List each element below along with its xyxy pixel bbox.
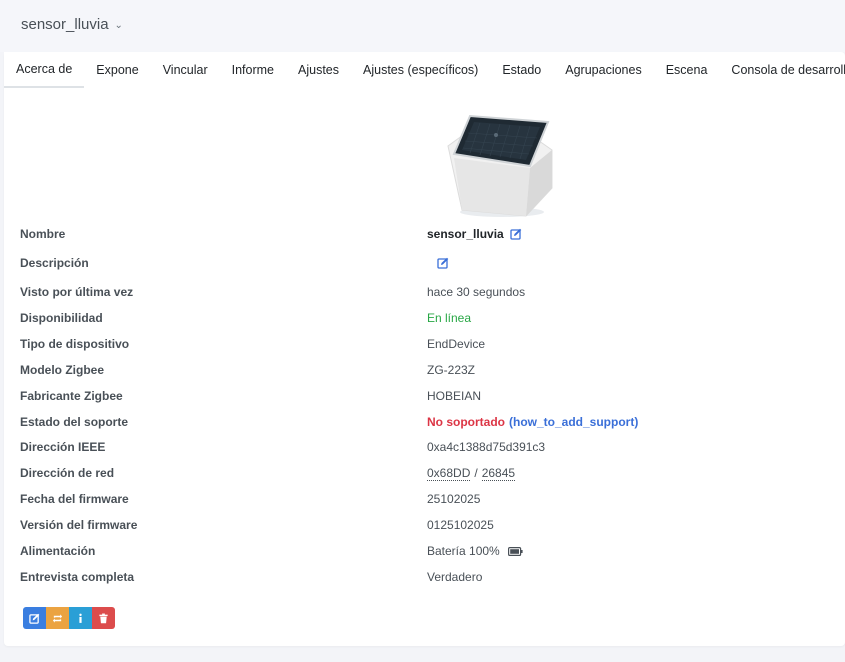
description-label: Descripción [20, 256, 89, 270]
page-header: sensor_lluvia ⌄ [0, 0, 845, 52]
interview-button[interactable] [69, 607, 92, 629]
firmware-version-label: Versión del firmware [20, 518, 138, 532]
ieee-value: 0xa4c1388d75d391c3 [427, 440, 546, 454]
support-link[interactable]: how_to_add_support [513, 415, 634, 429]
network-dec: 26845 [481, 465, 516, 481]
tab-groups[interactable]: Agrupaciones [553, 52, 653, 88]
info-icon [79, 613, 82, 623]
description-value-wrap [437, 257, 449, 269]
availability-value: En línea [427, 311, 472, 325]
tab-about[interactable]: Acerca de [4, 52, 85, 88]
device-selector[interactable]: sensor_lluvia ⌄ [21, 16, 123, 33]
remove-button[interactable] [92, 607, 115, 629]
info-row-zigbee-model: Modelo Zigbee ZG-223Z [4, 360, 845, 380]
edit-icon [29, 613, 40, 624]
device-title: sensor_lluvia [21, 16, 109, 33]
rename-button[interactable] [23, 607, 46, 629]
zigbee-manufacturer-value: HOBEIAN [427, 389, 482, 403]
tab-exposes[interactable]: Expone [84, 52, 150, 88]
tab-state[interactable]: Estado [490, 52, 553, 88]
network-separator: / [474, 466, 478, 480]
edit-icon[interactable] [437, 257, 449, 269]
info-row-power: Alimentación Batería 100% [4, 541, 845, 561]
network-label: Dirección de red [20, 466, 115, 480]
name-value-wrap: sensor_lluvia [427, 227, 522, 241]
tab-reporting[interactable]: Informe [220, 52, 286, 88]
reconfigure-button[interactable] [46, 607, 69, 629]
device-type-label: Tipo de dispositivo [20, 337, 130, 351]
info-row-firmware-date: Fecha del firmware 25102025 [4, 489, 845, 509]
tab-dev-console[interactable]: Consola de desarrollo [719, 52, 845, 88]
support-status-value: No soportado [427, 415, 505, 429]
device-actions [23, 607, 115, 629]
support-status-label: Estado del soporte [20, 415, 129, 429]
info-row-name: Nombre sensor_lluvia [4, 224, 845, 244]
info-row-device-type: Tipo de dispositivo EndDevice [4, 334, 845, 354]
trash-icon [99, 613, 108, 623]
device-card: Acerca de Expone Vincular Informe Ajuste… [4, 52, 845, 646]
zigbee-model-value: ZG-223Z [427, 363, 476, 377]
chevron-down-icon: ⌄ [114, 20, 123, 31]
battery-icon [507, 546, 523, 556]
tab-bar: Acerca de Expone Vincular Informe Ajuste… [4, 52, 845, 88]
support-link-close: ) [634, 415, 639, 429]
info-row-availability: Disponibilidad En línea [4, 308, 845, 328]
firmware-date-label: Fecha del firmware [20, 492, 129, 506]
zigbee-manufacturer-label: Fabricante Zigbee [20, 389, 123, 403]
firmware-date-value: 25102025 [427, 492, 481, 506]
tab-settings[interactable]: Ajustes [286, 52, 351, 88]
device-type-value: EndDevice [427, 337, 486, 351]
power-label: Alimentación [20, 544, 96, 558]
interview-label: Entrevista completa [20, 570, 135, 584]
info-row-description: Descripción [4, 253, 845, 273]
network-value-wrap: 0x68DD / 26845 [427, 465, 516, 481]
edit-icon[interactable] [510, 228, 522, 240]
info-row-ieee: Dirección IEEE 0xa4c1388d75d391c3 [4, 437, 845, 457]
network-hex: 0x68DD [427, 465, 471, 481]
info-row-firmware-version: Versión del firmware 0125102025 [4, 515, 845, 535]
info-row-last-seen: Visto por última vez hace 30 segundos [4, 282, 845, 302]
power-value: Batería 100% [427, 544, 500, 558]
ieee-label: Dirección IEEE [20, 440, 106, 454]
support-status-value-wrap: No soportado (how_to_add_support) [427, 415, 638, 429]
availability-label: Disponibilidad [20, 311, 103, 325]
zigbee-model-label: Modelo Zigbee [20, 363, 104, 377]
last-seen-label: Visto por última vez [20, 285, 134, 299]
name-value: sensor_lluvia [427, 227, 504, 241]
last-seen-value: hace 30 segundos [427, 285, 526, 299]
power-value-wrap: Batería 100% [427, 544, 523, 558]
firmware-version-value: 0125102025 [427, 518, 494, 532]
info-row-support-status: Estado del soporte No soportado (how_to_… [4, 412, 845, 432]
info-row-network-address: Dirección de red 0x68DD / 26845 [4, 463, 845, 483]
info-row-interview: Entrevista completa Verdadero [4, 567, 845, 587]
device-image [447, 114, 553, 217]
tab-scene[interactable]: Escena [654, 52, 720, 88]
tab-settings-specific[interactable]: Ajustes (específicos) [351, 52, 490, 88]
tab-bind[interactable]: Vincular [151, 52, 220, 88]
support-link-wrap: (how_to_add_support) [509, 415, 638, 429]
info-row-zigbee-manufacturer: Fabricante Zigbee HOBEIAN [4, 386, 845, 406]
interview-value: Verdadero [427, 570, 483, 584]
refresh-icon [52, 613, 63, 623]
name-label: Nombre [20, 227, 66, 241]
